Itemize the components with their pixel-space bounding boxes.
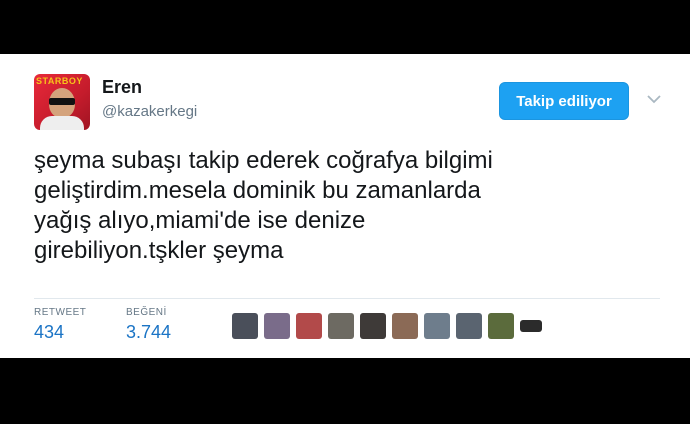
chevron-down-icon[interactable] (647, 94, 661, 104)
liker-avatar[interactable] (264, 313, 290, 339)
author-handle[interactable]: @kazakerkegi (102, 103, 197, 120)
avatar[interactable]: STARBOY (34, 74, 90, 130)
divider (34, 298, 660, 299)
tweet-text-line: geliştirdim.mesela dominik bu zamanlarda (34, 177, 481, 204)
retweet-stat[interactable]: RETWEET 434 (34, 307, 86, 343)
liker-avatar[interactable] (392, 313, 418, 339)
retweet-label: RETWEET (34, 307, 87, 318)
liker-avatars (232, 313, 542, 339)
like-stat[interactable]: BEĞENİ 3.744 (126, 307, 171, 343)
author-name[interactable]: Eren (102, 77, 142, 98)
liker-avatar[interactable] (328, 313, 354, 339)
liker-avatar[interactable] (520, 320, 542, 332)
retweet-count[interactable]: 434 (34, 322, 86, 343)
tweet-text-line: şeyma subaşı takip ederek coğrafya bilgi… (34, 147, 493, 174)
liker-avatar[interactable] (424, 313, 450, 339)
tweet-card: STARBOY Eren @kazakerkegi Takip ediliyor… (0, 54, 690, 358)
liker-avatar[interactable] (232, 313, 258, 339)
liker-avatar[interactable] (456, 313, 482, 339)
tweet-text: şeyma subaşı takip ederek coğrafya bilgi… (34, 146, 664, 266)
liker-avatar[interactable] (360, 313, 386, 339)
tweet-text-line: yağış alıyo,miami'de ise denize (34, 207, 366, 234)
like-count[interactable]: 3.744 (126, 322, 171, 343)
avatar-logo-text: STARBOY (36, 76, 83, 86)
tweet-text-line: girebiliyon.tşkler şeyma (34, 237, 284, 264)
liker-avatar[interactable] (488, 313, 514, 339)
like-label: BEĞENİ (126, 307, 167, 318)
following-button[interactable]: Takip ediliyor (499, 82, 629, 120)
liker-avatar[interactable] (296, 313, 322, 339)
